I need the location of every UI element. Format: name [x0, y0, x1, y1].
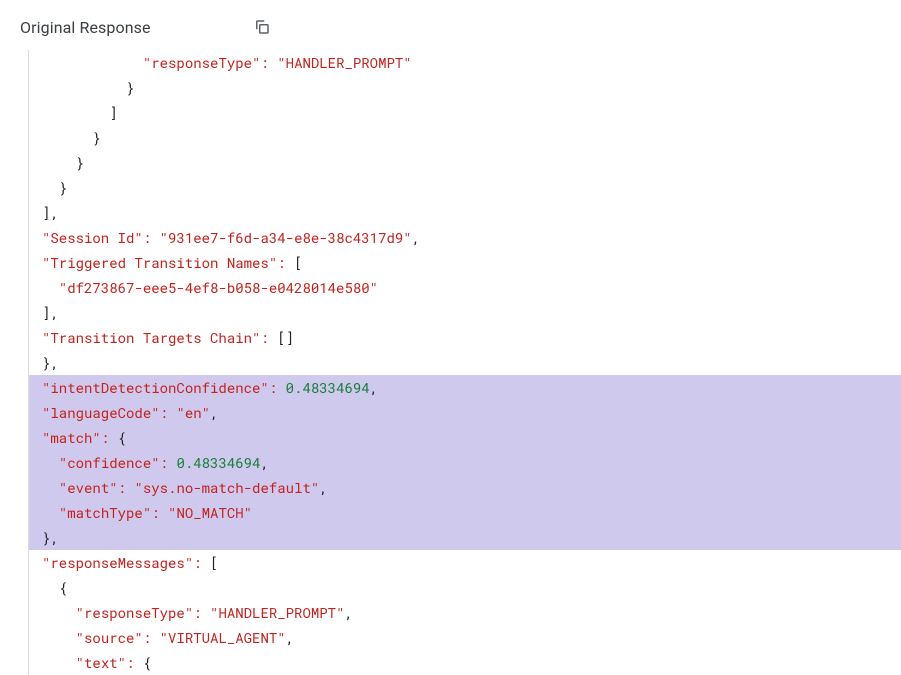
- code-line: }: [42, 75, 901, 100]
- code-line: ],: [42, 200, 901, 225]
- code-container: "responseType": "HANDLER_PROMPT" } ] } }…: [0, 50, 901, 675]
- code-line: "Triggered Transition Names": [: [42, 250, 901, 275]
- code-line-highlighted: "languageCode": "en",: [28, 400, 901, 425]
- code-line: "responseMessages": [: [42, 550, 901, 575]
- panel-title: Original Response: [20, 18, 151, 37]
- code-line: ],: [42, 300, 901, 325]
- code-line-highlighted: "match": {: [28, 425, 901, 450]
- code-line: }: [42, 125, 901, 150]
- code-line-highlighted: "event": "sys.no-match-default",: [28, 475, 901, 500]
- code-line-highlighted: "intentDetectionConfidence": 0.48334694,: [28, 375, 901, 400]
- code-line: "responseType": "HANDLER_PROMPT": [42, 50, 901, 75]
- code-line: {: [42, 575, 901, 600]
- code-line: "source": "VIRTUAL_AGENT",: [42, 625, 901, 650]
- code-line: "text": {: [42, 650, 901, 675]
- code-line: },: [42, 350, 901, 375]
- code-line: "df273867-eee5-4ef8-b058-e0428014e580": [42, 275, 901, 300]
- code-line: "responseType": "HANDLER_PROMPT",: [42, 600, 901, 625]
- code-left-border: [28, 50, 29, 675]
- json-code-block[interactable]: "responseType": "HANDLER_PROMPT" } ] } }…: [28, 50, 901, 675]
- panel-header: Original Response: [0, 0, 901, 50]
- copy-button[interactable]: [247, 12, 277, 42]
- code-line: "Session Id": "931ee7-f6d-a34-e8e-38c431…: [42, 225, 901, 250]
- code-line-highlighted: "matchType": "NO_MATCH": [28, 500, 901, 525]
- copy-icon: [253, 18, 271, 36]
- code-line: }: [42, 175, 901, 200]
- code-line-highlighted: },: [28, 525, 901, 550]
- code-line: ]: [42, 100, 901, 125]
- code-line: }: [42, 150, 901, 175]
- code-line-highlighted: "confidence": 0.48334694,: [28, 450, 901, 475]
- code-line: "Transition Targets Chain": []: [42, 325, 901, 350]
